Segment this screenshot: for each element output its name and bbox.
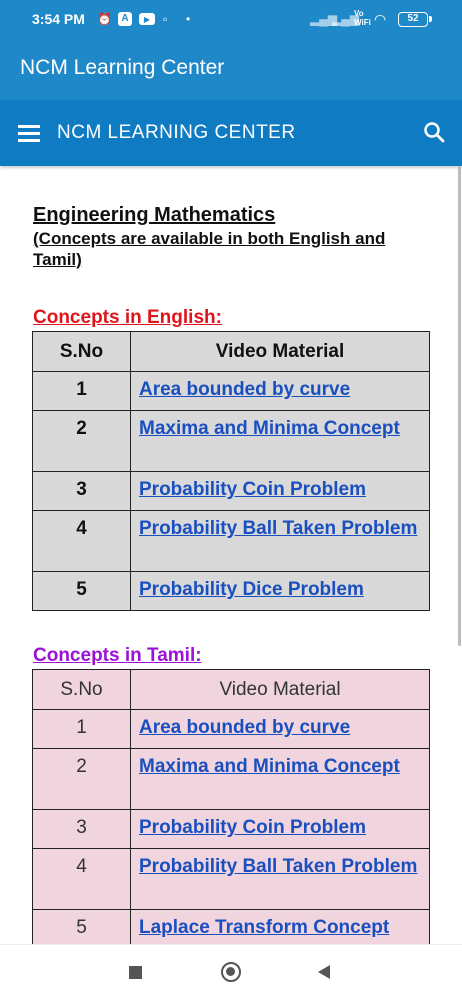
- video-link[interactable]: Probability Coin Problem: [130, 809, 430, 849]
- row-sno: 3: [32, 471, 131, 511]
- page-subheading: (Concepts are available in both English …: [33, 229, 386, 269]
- row-sno: 2: [32, 748, 131, 810]
- table-row: 4 Probability Ball Taken Problem: [32, 510, 430, 572]
- table-header-row: S.No Video Material: [32, 669, 430, 710]
- menu-icon[interactable]: [18, 125, 40, 142]
- scrollbar[interactable]: [458, 166, 461, 646]
- column-header-video-material: Video Material: [130, 331, 430, 372]
- page-content: Engineering Mathematics (Concepts are av…: [0, 166, 462, 944]
- status-bar: 3:54 PM ⏰ A ▶ ▫ • ▂▄▆ ▂▄▆ Vo WiFi ◠ 52: [0, 0, 462, 38]
- system-nav-bar: [0, 944, 462, 1000]
- video-link[interactable]: Probability Ball Taken Problem: [130, 848, 430, 910]
- table-header-row: S.No Video Material: [32, 331, 430, 372]
- video-link[interactable]: Probability Ball Taken Problem: [130, 510, 430, 572]
- status-time: 3:54 PM: [32, 11, 85, 27]
- video-link[interactable]: Maxima and Minima Concept: [130, 748, 430, 810]
- app-title: NCM Learning Center: [20, 56, 225, 79]
- tamil-concepts-table: S.No Video Material 1 Area bounded by cu…: [32, 669, 430, 944]
- alarm-icon: ⏰: [97, 12, 112, 26]
- notification-icon: ▫: [163, 12, 168, 26]
- back-icon[interactable]: [318, 965, 330, 979]
- row-sno: 5: [32, 909, 131, 944]
- table-row: 4 Probability Ball Taken Problem: [32, 848, 430, 910]
- site-brand[interactable]: NCM LEARNING CENTER: [57, 122, 296, 144]
- battery-icon: 52: [398, 12, 432, 27]
- table-row: 2 Maxima and Minima Concept: [32, 748, 430, 810]
- table-row: 3 Probability Coin Problem: [32, 471, 430, 511]
- row-sno: 1: [32, 371, 131, 411]
- english-section-title: Concepts in English:: [33, 307, 222, 328]
- video-link[interactable]: Probability Coin Problem: [130, 471, 430, 511]
- row-sno: 4: [32, 510, 131, 572]
- video-link[interactable]: Area bounded by curve: [130, 709, 430, 749]
- table-row: 2 Maxima and Minima Concept: [32, 410, 430, 472]
- notification-app-icon: A: [118, 12, 132, 26]
- table-row: 1 Area bounded by curve: [32, 371, 430, 411]
- table-row: 5 Probability Dice Problem: [32, 571, 430, 611]
- video-link[interactable]: Maxima and Minima Concept: [130, 410, 430, 472]
- search-icon[interactable]: [423, 121, 445, 143]
- video-link[interactable]: Probability Dice Problem: [130, 571, 430, 611]
- column-header-sno: S.No: [32, 669, 131, 710]
- vowifi-icon: Vo WiFi: [354, 9, 371, 27]
- row-sno: 3: [32, 809, 131, 849]
- more-notifications-icon: •: [186, 12, 191, 26]
- recents-icon[interactable]: [129, 966, 142, 979]
- page-heading: Engineering Mathematics: [33, 204, 276, 226]
- app-bar: NCM Learning Center: [0, 38, 462, 100]
- table-row: 5 Laplace Transform Concept: [32, 909, 430, 944]
- video-link[interactable]: Laplace Transform Concept: [130, 909, 430, 944]
- column-header-sno: S.No: [32, 331, 131, 372]
- row-sno: 4: [32, 848, 131, 910]
- home-icon[interactable]: [221, 962, 241, 982]
- row-sno: 2: [32, 410, 131, 472]
- column-header-video-material: Video Material: [130, 669, 430, 710]
- row-sno: 5: [32, 571, 131, 611]
- tamil-section-title: Concepts in Tamil:: [33, 645, 202, 666]
- youtube-icon: ▶: [139, 13, 155, 25]
- video-link[interactable]: Area bounded by curve: [130, 371, 430, 411]
- table-row: 3 Probability Coin Problem: [32, 809, 430, 849]
- wifi-icon: ◠: [374, 11, 387, 27]
- table-row: 1 Area bounded by curve: [32, 709, 430, 749]
- site-nav-bar: NCM LEARNING CENTER: [0, 100, 462, 166]
- english-concepts-table: S.No Video Material 1 Area bounded by cu…: [32, 331, 430, 611]
- row-sno: 1: [32, 709, 131, 749]
